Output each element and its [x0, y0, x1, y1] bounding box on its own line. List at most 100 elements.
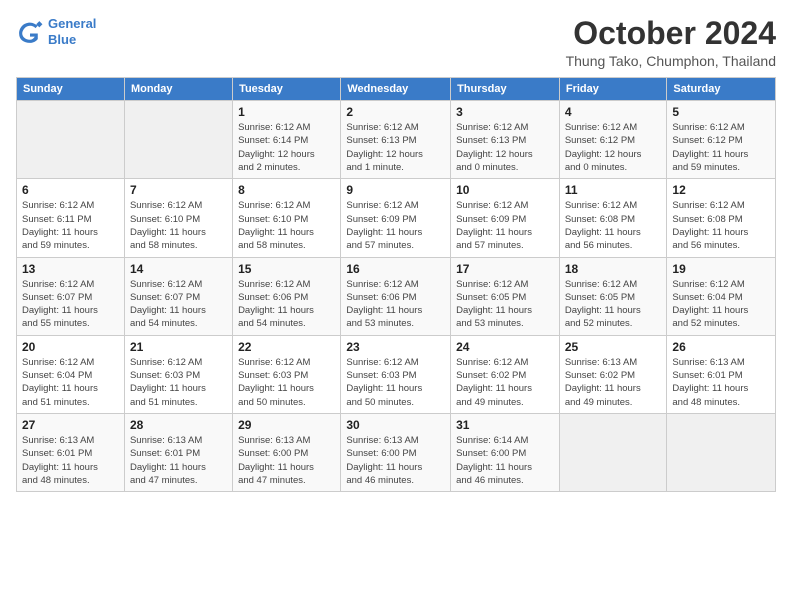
- day-cell: 10 Sunrise: 6:12 AM Sunset: 6:09 PM Dayli…: [451, 179, 560, 257]
- day-number: 22: [238, 340, 335, 354]
- day-number: 12: [672, 183, 770, 197]
- day-cell: 25 Sunrise: 6:13 AM Sunset: 6:02 PM Dayli…: [559, 335, 667, 413]
- day-number: 31: [456, 418, 554, 432]
- title-block: October 2024 Thung Tako, Chumphon, Thail…: [566, 16, 776, 69]
- day-number: 27: [22, 418, 119, 432]
- day-info: Sunrise: 6:12 AM Sunset: 6:07 PM Dayligh…: [130, 278, 227, 331]
- day-cell: 23 Sunrise: 6:12 AM Sunset: 6:03 PM Dayli…: [341, 335, 451, 413]
- header-sunday: Sunday: [17, 78, 125, 101]
- day-number: 9: [346, 183, 445, 197]
- header-wednesday: Wednesday: [341, 78, 451, 101]
- day-cell: 7 Sunrise: 6:12 AM Sunset: 6:10 PM Daylig…: [124, 179, 232, 257]
- day-cell: 4 Sunrise: 6:12 AM Sunset: 6:12 PM Daylig…: [559, 101, 667, 179]
- day-info: Sunrise: 6:12 AM Sunset: 6:05 PM Dayligh…: [565, 278, 662, 331]
- week-row-4: 27 Sunrise: 6:13 AM Sunset: 6:01 PM Dayli…: [17, 413, 776, 491]
- header-thursday: Thursday: [451, 78, 560, 101]
- day-number: 15: [238, 262, 335, 276]
- day-cell: 17 Sunrise: 6:12 AM Sunset: 6:05 PM Dayli…: [451, 257, 560, 335]
- day-cell: 18Sunrise: 6:12 AM Sunset: 6:05 PM Dayli…: [559, 257, 667, 335]
- day-info: Sunrise: 6:12 AM Sunset: 6:06 PM Dayligh…: [238, 278, 335, 331]
- day-info: Sunrise: 6:12 AM Sunset: 6:03 PM Dayligh…: [130, 356, 227, 409]
- day-number: 28: [130, 418, 227, 432]
- day-number: 20: [22, 340, 119, 354]
- day-cell: 29 Sunrise: 6:13 AM Sunset: 6:00 PM Dayli…: [233, 413, 341, 491]
- day-info: Sunrise: 6:12 AM Sunset: 6:10 PM Dayligh…: [238, 199, 335, 252]
- day-info: Sunrise: 6:12 AM Sunset: 6:08 PM Dayligh…: [565, 199, 662, 252]
- day-cell: 28 Sunrise: 6:13 AM Sunset: 6:01 PM Dayli…: [124, 413, 232, 491]
- day-cell: 16 Sunrise: 6:12 AM Sunset: 6:06 PM Dayli…: [341, 257, 451, 335]
- day-number: 19: [672, 262, 770, 276]
- day-number: 23: [346, 340, 445, 354]
- day-cell: 31Sunrise: 6:14 AM Sunset: 6:00 PM Dayli…: [451, 413, 560, 491]
- day-cell: 19Sunrise: 6:12 AM Sunset: 6:04 PM Dayli…: [667, 257, 776, 335]
- day-cell: 9 Sunrise: 6:12 AM Sunset: 6:09 PM Daylig…: [341, 179, 451, 257]
- logo-line2: Blue: [48, 32, 76, 47]
- day-info: Sunrise: 6:13 AM Sunset: 6:01 PM Dayligh…: [672, 356, 770, 409]
- day-cell: 8Sunrise: 6:12 AM Sunset: 6:10 PM Daylig…: [233, 179, 341, 257]
- day-info: Sunrise: 6:12 AM Sunset: 6:08 PM Dayligh…: [672, 199, 770, 252]
- day-number: 16: [346, 262, 445, 276]
- day-info: Sunrise: 6:12 AM Sunset: 6:13 PM Dayligh…: [456, 121, 554, 174]
- day-number: 5: [672, 105, 770, 119]
- day-info: Sunrise: 6:12 AM Sunset: 6:10 PM Dayligh…: [130, 199, 227, 252]
- calendar-body: 1Sunrise: 6:12 AM Sunset: 6:14 PM Daylig…: [17, 101, 776, 492]
- logo-icon: [16, 18, 44, 46]
- day-info: Sunrise: 6:13 AM Sunset: 6:02 PM Dayligh…: [565, 356, 662, 409]
- day-number: 30: [346, 418, 445, 432]
- logo-line1: General: [48, 16, 96, 31]
- day-info: Sunrise: 6:12 AM Sunset: 6:09 PM Dayligh…: [456, 199, 554, 252]
- day-cell: 30 Sunrise: 6:13 AM Sunset: 6:00 PM Dayli…: [341, 413, 451, 491]
- day-number: 4: [565, 105, 662, 119]
- day-info: Sunrise: 6:12 AM Sunset: 6:03 PM Dayligh…: [238, 356, 335, 409]
- day-cell: 11Sunrise: 6:12 AM Sunset: 6:08 PM Dayli…: [559, 179, 667, 257]
- day-cell: 20Sunrise: 6:12 AM Sunset: 6:04 PM Dayli…: [17, 335, 125, 413]
- day-number: 3: [456, 105, 554, 119]
- day-info: Sunrise: 6:12 AM Sunset: 6:06 PM Dayligh…: [346, 278, 445, 331]
- day-cell: 24 Sunrise: 6:12 AM Sunset: 6:02 PM Dayli…: [451, 335, 560, 413]
- day-cell: 2 Sunrise: 6:12 AM Sunset: 6:13 PM Daylig…: [341, 101, 451, 179]
- day-info: Sunrise: 6:12 AM Sunset: 6:03 PM Dayligh…: [346, 356, 445, 409]
- day-cell: 15 Sunrise: 6:12 AM Sunset: 6:06 PM Dayli…: [233, 257, 341, 335]
- header-monday: Monday: [124, 78, 232, 101]
- day-info: Sunrise: 6:13 AM Sunset: 6:01 PM Dayligh…: [22, 434, 119, 487]
- day-info: Sunrise: 6:12 AM Sunset: 6:09 PM Dayligh…: [346, 199, 445, 252]
- page-header: General Blue October 2024 Thung Tako, Ch…: [16, 16, 776, 69]
- header-tuesday: Tuesday: [233, 78, 341, 101]
- day-info: Sunrise: 6:12 AM Sunset: 6:12 PM Dayligh…: [672, 121, 770, 174]
- day-number: 26: [672, 340, 770, 354]
- day-number: 21: [130, 340, 227, 354]
- month-title: October 2024: [566, 16, 776, 51]
- day-number: 29: [238, 418, 335, 432]
- day-cell: 5 Sunrise: 6:12 AM Sunset: 6:12 PM Daylig…: [667, 101, 776, 179]
- day-info: Sunrise: 6:13 AM Sunset: 6:01 PM Dayligh…: [130, 434, 227, 487]
- day-number: 2: [346, 105, 445, 119]
- day-number: 25: [565, 340, 662, 354]
- location: Thung Tako, Chumphon, Thailand: [566, 53, 776, 69]
- calendar-table: Sunday Monday Tuesday Wednesday Thursday…: [16, 77, 776, 492]
- day-number: 6: [22, 183, 119, 197]
- day-info: Sunrise: 6:13 AM Sunset: 6:00 PM Dayligh…: [346, 434, 445, 487]
- day-cell: [124, 101, 232, 179]
- day-cell: 26 Sunrise: 6:13 AM Sunset: 6:01 PM Dayli…: [667, 335, 776, 413]
- day-number: 10: [456, 183, 554, 197]
- day-number: 17: [456, 262, 554, 276]
- day-number: 24: [456, 340, 554, 354]
- day-cell: 12 Sunrise: 6:12 AM Sunset: 6:08 PM Dayli…: [667, 179, 776, 257]
- week-row-1: 6Sunrise: 6:12 AM Sunset: 6:11 PM Daylig…: [17, 179, 776, 257]
- day-info: Sunrise: 6:12 AM Sunset: 6:02 PM Dayligh…: [456, 356, 554, 409]
- day-number: 7: [130, 183, 227, 197]
- day-info: Sunrise: 6:12 AM Sunset: 6:05 PM Dayligh…: [456, 278, 554, 331]
- header-saturday: Saturday: [667, 78, 776, 101]
- day-info: Sunrise: 6:12 AM Sunset: 6:12 PM Dayligh…: [565, 121, 662, 174]
- logo-text: General Blue: [48, 16, 96, 47]
- logo: General Blue: [16, 16, 96, 47]
- day-info: Sunrise: 6:12 AM Sunset: 6:13 PM Dayligh…: [346, 121, 445, 174]
- day-cell: [559, 413, 667, 491]
- day-info: Sunrise: 6:12 AM Sunset: 6:07 PM Dayligh…: [22, 278, 119, 331]
- calendar-header: Sunday Monday Tuesday Wednesday Thursday…: [17, 78, 776, 101]
- day-cell: [17, 101, 125, 179]
- day-number: 13: [22, 262, 119, 276]
- day-info: Sunrise: 6:13 AM Sunset: 6:00 PM Dayligh…: [238, 434, 335, 487]
- day-cell: 22 Sunrise: 6:12 AM Sunset: 6:03 PM Dayli…: [233, 335, 341, 413]
- week-row-0: 1Sunrise: 6:12 AM Sunset: 6:14 PM Daylig…: [17, 101, 776, 179]
